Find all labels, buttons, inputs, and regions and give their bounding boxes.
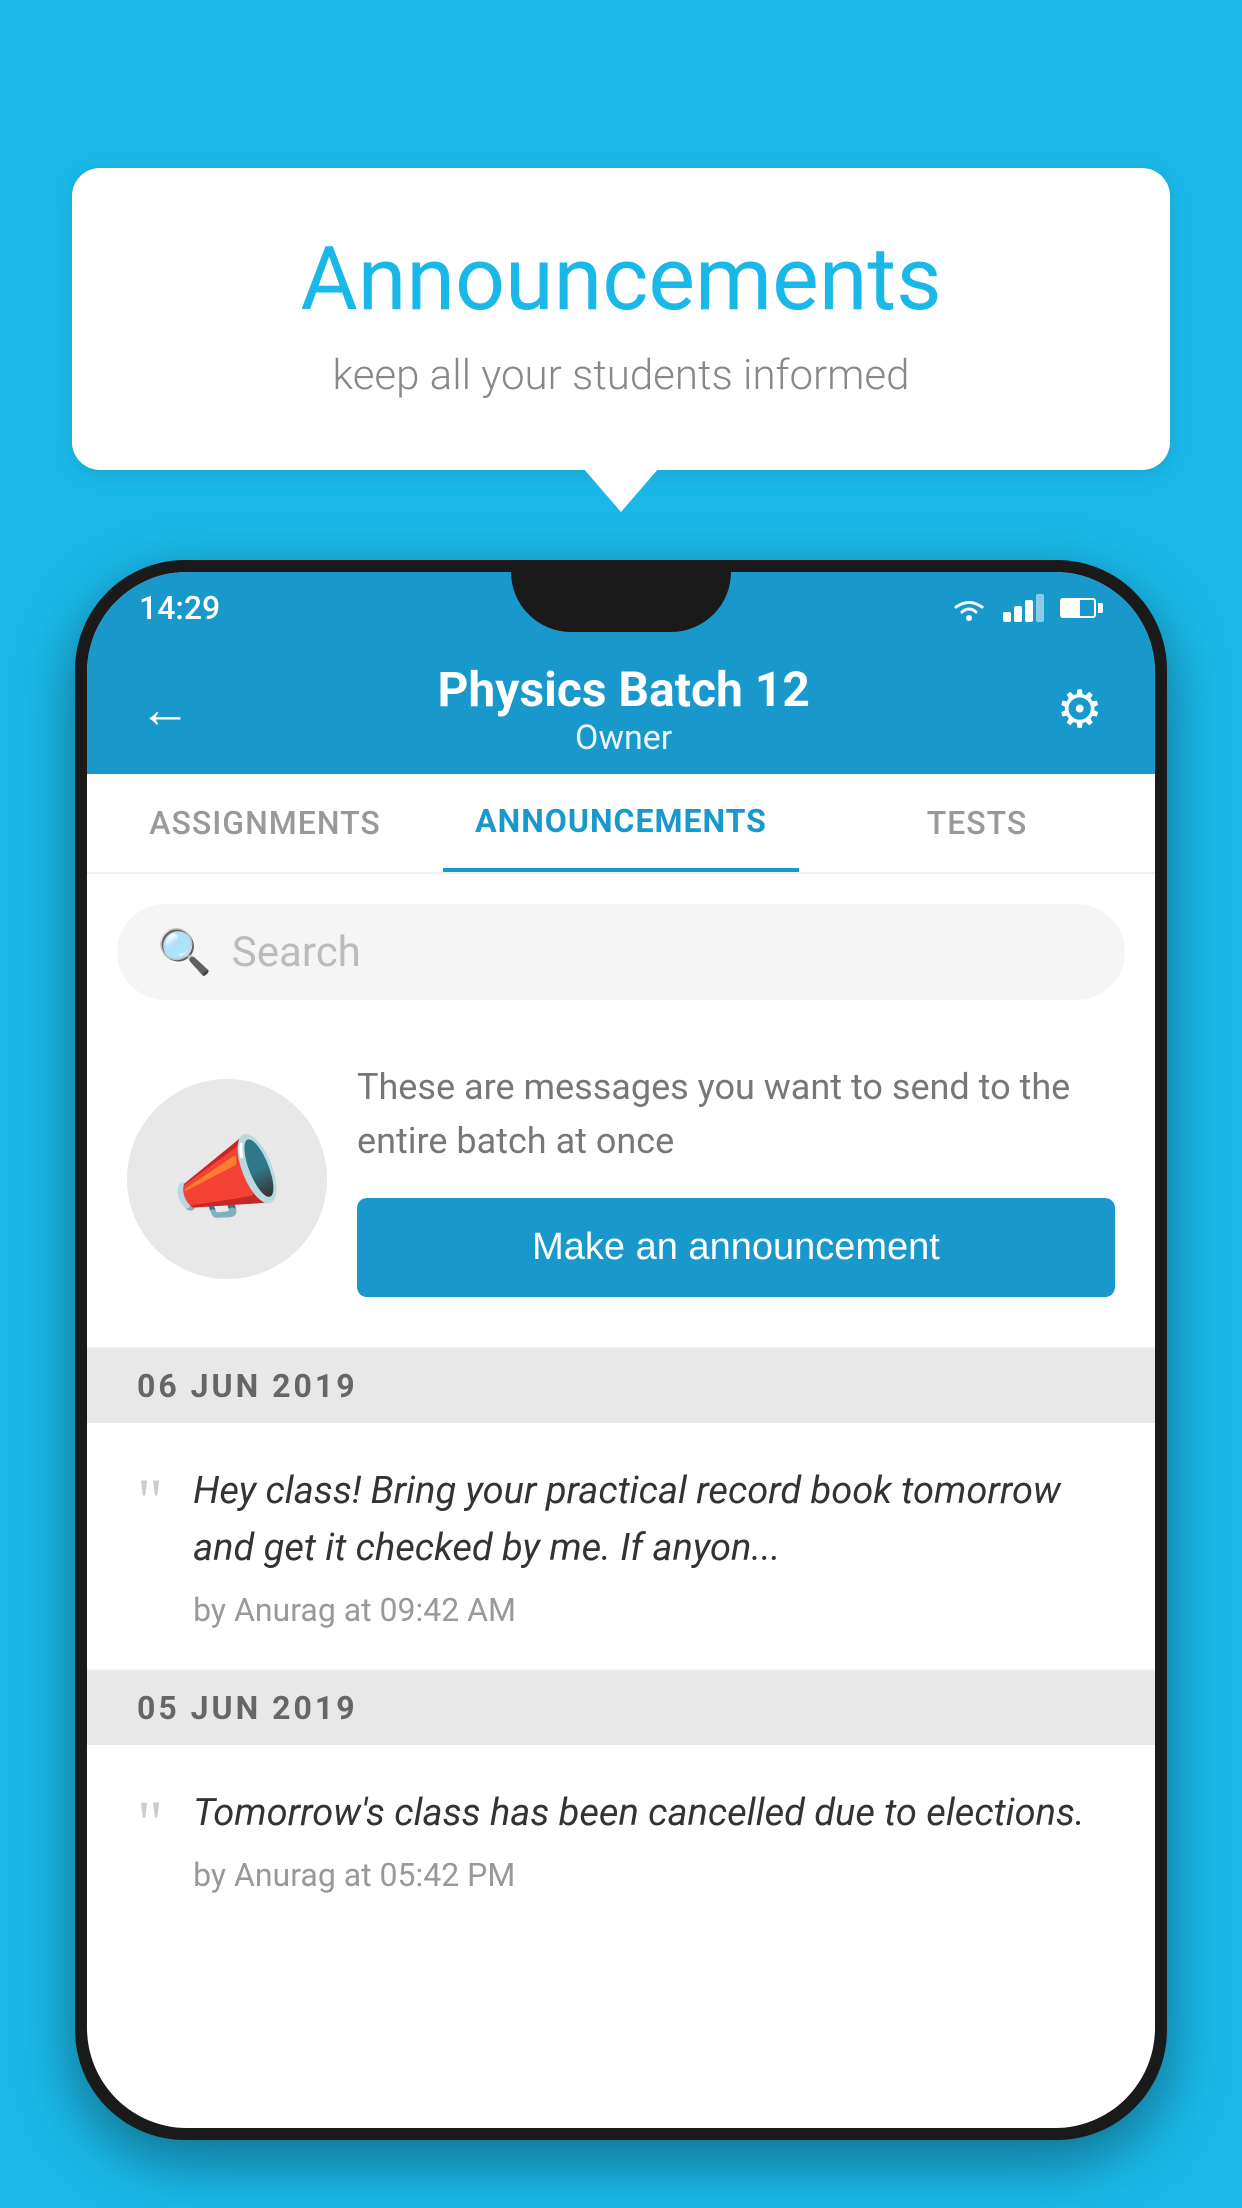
announcement-item-1: " Hey class! Bring your practical record… bbox=[87, 1423, 1155, 1671]
announcement-content-2: Tomorrow's class has been cancelled due … bbox=[193, 1785, 1085, 1894]
bubble-subtitle: keep all your students informed bbox=[152, 351, 1090, 400]
bubble-title: Announcements bbox=[152, 228, 1090, 331]
back-button[interactable]: ← bbox=[139, 679, 191, 740]
top-bar: ← Physics Batch 12 Owner ⚙ bbox=[87, 644, 1155, 774]
quote-icon-2: " bbox=[137, 1791, 163, 1855]
batch-title: Physics Batch 12 bbox=[437, 661, 809, 718]
battery-icon bbox=[1060, 598, 1103, 618]
megaphone-icon: 📣 bbox=[171, 1126, 283, 1231]
top-bar-center: Physics Batch 12 Owner bbox=[437, 661, 809, 758]
announcement-meta-1: by Anurag at 09:42 AM bbox=[193, 1591, 1105, 1629]
search-bar[interactable]: 🔍 Search bbox=[117, 904, 1125, 1000]
wifi-icon bbox=[951, 594, 987, 622]
announcement-content-1: Hey class! Bring your practical record b… bbox=[193, 1463, 1105, 1629]
phone-frame: 14:29 bbox=[75, 560, 1167, 2140]
tab-tests[interactable]: TESTS bbox=[799, 774, 1155, 872]
batch-role: Owner bbox=[437, 718, 809, 758]
announcement-text-1: Hey class! Bring your practical record b… bbox=[193, 1463, 1105, 1577]
date-divider-1: 06 JUN 2019 bbox=[87, 1349, 1155, 1423]
content-area: 🔍 Search 📣 These are messages you want t… bbox=[87, 874, 1155, 1934]
signal-icon bbox=[1003, 594, 1044, 622]
megaphone-circle: 📣 bbox=[127, 1079, 327, 1279]
announcement-item-2: " Tomorrow's class has been cancelled du… bbox=[87, 1745, 1155, 1934]
promo-area: 📣 These are messages you want to send to… bbox=[87, 1030, 1155, 1349]
status-bar: 14:29 bbox=[87, 572, 1155, 644]
promo-description: These are messages you want to send to t… bbox=[357, 1060, 1115, 1168]
promo-right: These are messages you want to send to t… bbox=[357, 1060, 1115, 1297]
phone-screen: 14:29 bbox=[87, 572, 1155, 2128]
status-time: 14:29 bbox=[139, 589, 220, 627]
make-announcement-button[interactable]: Make an announcement bbox=[357, 1198, 1115, 1297]
settings-button[interactable]: ⚙ bbox=[1056, 679, 1103, 740]
tab-assignments[interactable]: ASSIGNMENTS bbox=[87, 774, 443, 872]
announcement-info-bubble: Announcements keep all your students inf… bbox=[72, 168, 1170, 470]
quote-icon-1: " bbox=[137, 1469, 163, 1533]
tab-bar: ASSIGNMENTS ANNOUNCEMENTS TESTS bbox=[87, 774, 1155, 874]
announcement-meta-2: by Anurag at 05:42 PM bbox=[193, 1856, 1085, 1894]
search-placeholder: Search bbox=[232, 928, 361, 977]
announcement-text-2: Tomorrow's class has been cancelled due … bbox=[193, 1785, 1085, 1842]
tab-announcements[interactable]: ANNOUNCEMENTS bbox=[443, 774, 799, 872]
search-icon: 🔍 bbox=[157, 926, 212, 978]
phone-mockup: 14:29 bbox=[75, 560, 1167, 2208]
date-divider-2: 05 JUN 2019 bbox=[87, 1671, 1155, 1745]
status-icons bbox=[951, 594, 1103, 622]
